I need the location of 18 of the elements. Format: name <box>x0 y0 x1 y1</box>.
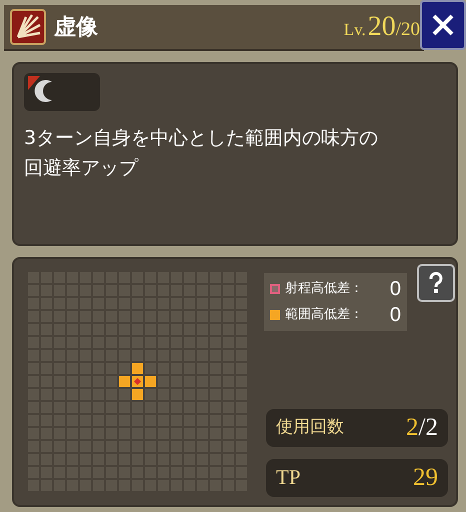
stat-value: 2 <box>406 413 419 444</box>
claw-icon <box>10 9 46 45</box>
help-button[interactable] <box>417 264 455 302</box>
skill-description: 3ターン自身を中心とした範囲内の味方の回避率アップ <box>24 126 380 181</box>
level-prefix: Lv. <box>344 19 366 41</box>
skill-title: 虚像 <box>54 14 98 42</box>
stat-value: 29 <box>413 463 438 494</box>
legend-value: 0 <box>390 303 401 327</box>
stat-label: TP <box>276 464 301 492</box>
close-icon <box>430 12 456 38</box>
stat-label: 使用回数 <box>276 416 344 440</box>
legend-value: 0 <box>390 277 401 301</box>
stat-max: /2 <box>418 413 438 444</box>
legend-label: 範囲高低差： <box>285 306 363 324</box>
close-button[interactable] <box>420 0 466 50</box>
level-max: /20 <box>396 18 420 42</box>
legend-label: 射程高低差： <box>285 280 363 298</box>
level-value: 20 <box>368 10 396 44</box>
